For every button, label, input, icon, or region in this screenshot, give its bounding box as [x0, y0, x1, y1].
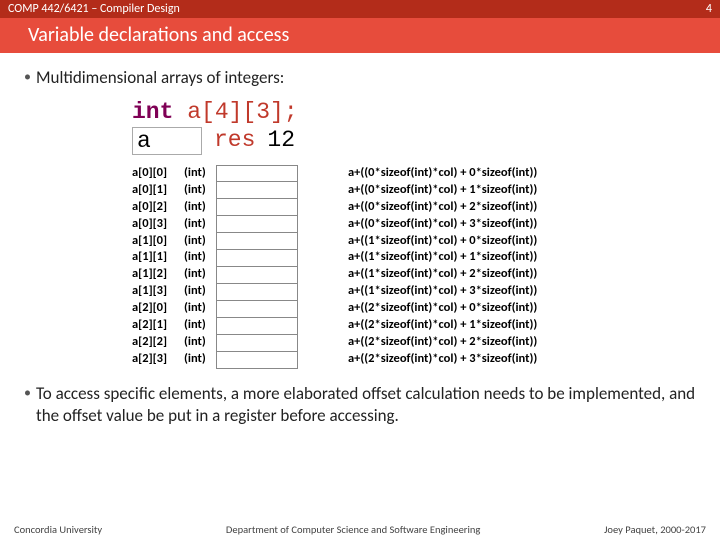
page-number: 4 [706, 2, 712, 16]
bullet-2-text: To access specific elements, a more elab… [36, 383, 696, 427]
mem-address: a+((0*sizeof(int)*col) + 1*sizeof(int)) [348, 182, 537, 199]
footer-right: Joey Paquet, 2000-2017 [604, 523, 706, 536]
mem-index: a[0][1] [132, 182, 184, 199]
mem-cell [216, 216, 298, 233]
mem-index: a[0][2] [132, 199, 184, 216]
memory-row: a[2][3](int) [132, 351, 212, 368]
mem-type: (int) [184, 199, 212, 216]
mem-index: a[1][1] [132, 249, 184, 266]
code-identifier: a[4][3]; [173, 99, 297, 125]
mem-index: a[2][0] [132, 300, 184, 317]
reserve-label: a [132, 127, 202, 155]
reserve-mnemonic: res [202, 127, 267, 155]
slide-title: Variable declarations and access [0, 18, 720, 53]
footer-left: Concordia University [14, 523, 102, 536]
mem-type: (int) [184, 300, 212, 317]
memory-row: a[1][1](int) [132, 249, 212, 266]
mem-cell [216, 250, 298, 267]
mem-address: a+((1*sizeof(int)*col) + 3*sizeof(int)) [348, 283, 537, 300]
memory-row: a[0][2](int) [132, 199, 212, 216]
slide-footer: Concordia University Department of Compu… [0, 523, 720, 536]
mem-type: (int) [184, 216, 212, 233]
mem-address: a+((1*sizeof(int)*col) + 2*sizeof(int)) [348, 266, 537, 283]
mem-index: a[1][0] [132, 233, 184, 250]
mem-type: (int) [184, 351, 212, 368]
memory-row: a[1][3](int) [132, 283, 212, 300]
mem-cell [216, 335, 298, 352]
mem-index: a[2][3] [132, 351, 184, 368]
bullet-1-text: Multidimensional arrays of integers: [36, 67, 284, 89]
mem-address: a+((2*sizeof(int)*col) + 2*sizeof(int)) [348, 334, 537, 351]
mem-cell [216, 284, 298, 301]
mem-address: a+((0*sizeof(int)*col) + 3*sizeof(int)) [348, 216, 537, 233]
memory-row: a[2][2](int) [132, 334, 212, 351]
mem-cell [216, 182, 298, 199]
mem-type: (int) [184, 249, 212, 266]
bullet-dot-icon: • [24, 383, 30, 403]
slide-body: • Multidimensional arrays of integers: i… [0, 53, 720, 427]
memory-row: a[2][1](int) [132, 317, 212, 334]
mem-cell [216, 352, 298, 369]
mem-type: (int) [184, 266, 212, 283]
reserve-instruction: a res 12 [132, 127, 696, 155]
footer-center: Department of Computer Science and Softw… [226, 523, 480, 536]
bullet-1: • Multidimensional arrays of integers: [24, 67, 696, 89]
mem-index: a[2][1] [132, 317, 184, 334]
mem-address: a+((2*sizeof(int)*col) + 1*sizeof(int)) [348, 317, 537, 334]
mem-cell [216, 165, 298, 182]
mem-cell [216, 199, 298, 216]
code-declaration: int a[4][3]; [132, 99, 696, 125]
mem-index: a[1][3] [132, 283, 184, 300]
reserve-value: 12 [267, 127, 295, 155]
memory-address-column: a+((0*sizeof(int)*col) + 0*sizeof(int))a… [348, 165, 537, 369]
mem-type: (int) [184, 165, 212, 182]
mem-type: (int) [184, 283, 212, 300]
bullet-dot-icon: • [24, 67, 30, 87]
memory-row: a[0][1](int) [132, 182, 212, 199]
mem-cell [216, 301, 298, 318]
memory-row: a[1][2](int) [132, 266, 212, 283]
mem-cell [216, 318, 298, 335]
mem-type: (int) [184, 334, 212, 351]
course-code: COMP 442/6421 – Compiler Design [8, 2, 180, 16]
memory-row: a[0][3](int) [132, 216, 212, 233]
bullet-2: • To access specific elements, a more el… [24, 383, 696, 427]
mem-type: (int) [184, 233, 212, 250]
mem-index: a[1][2] [132, 266, 184, 283]
mem-type: (int) [184, 182, 212, 199]
memory-row: a[2][0](int) [132, 300, 212, 317]
memory-row: a[1][0](int) [132, 233, 212, 250]
memory-index-column: a[0][0](int)a[0][1](int)a[0][2](int)a[0]… [132, 165, 212, 369]
mem-type: (int) [184, 317, 212, 334]
mem-address: a+((2*sizeof(int)*col) + 0*sizeof(int)) [348, 300, 537, 317]
memory-layout: a[0][0](int)a[0][1](int)a[0][2](int)a[0]… [132, 165, 696, 369]
mem-index: a[0][3] [132, 216, 184, 233]
mem-address: a+((0*sizeof(int)*col) + 0*sizeof(int)) [348, 165, 537, 182]
mem-address: a+((1*sizeof(int)*col) + 1*sizeof(int)) [348, 249, 537, 266]
code-type-keyword: int [132, 99, 173, 125]
mem-index: a[0][0] [132, 165, 184, 182]
mem-address: a+((1*sizeof(int)*col) + 0*sizeof(int)) [348, 233, 537, 250]
memory-cells-column [216, 165, 298, 369]
memory-row: a[0][0](int) [132, 165, 212, 182]
mem-address: a+((2*sizeof(int)*col) + 3*sizeof(int)) [348, 351, 537, 368]
mem-cell [216, 233, 298, 250]
mem-cell [216, 267, 298, 284]
course-header: COMP 442/6421 – Compiler Design 4 [0, 0, 720, 18]
mem-index: a[2][2] [132, 334, 184, 351]
mem-address: a+((0*sizeof(int)*col) + 2*sizeof(int)) [348, 199, 537, 216]
